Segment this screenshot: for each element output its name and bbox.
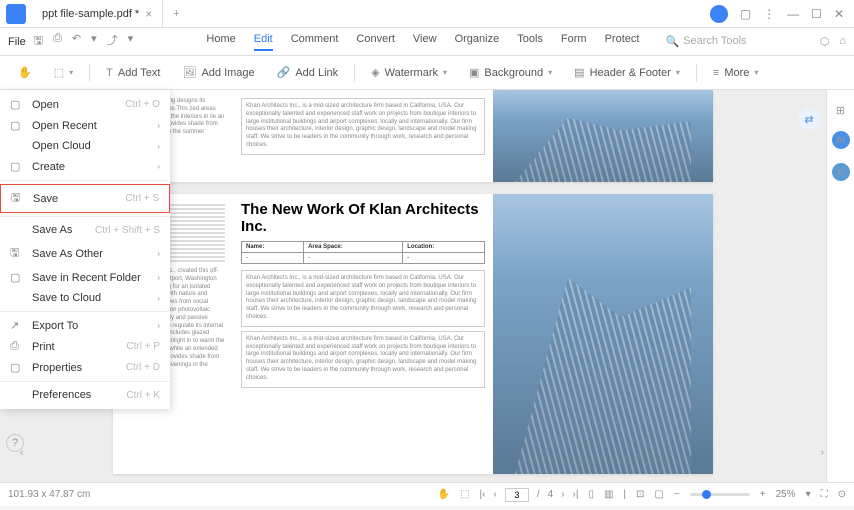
dimensions-label: 101.93 x 47.87 cm	[8, 489, 90, 500]
maximize-icon[interactable]: ☐	[811, 7, 822, 21]
expand-icon[interactable]: ⌂	[839, 35, 846, 48]
app-icon	[6, 4, 26, 24]
window-icon[interactable]: ▢	[740, 7, 751, 21]
save-icon[interactable]: 🖫	[34, 32, 43, 51]
menu-item-save-in-recent-folder[interactable]: ▢Save in Recent Folder›	[0, 267, 170, 288]
redo-icon[interactable]: ▾	[91, 32, 97, 51]
more-button[interactable]: ≡More▾	[705, 63, 767, 83]
fit-width-icon[interactable]: ⊡	[636, 489, 644, 500]
share-icon[interactable]: ⤴	[107, 32, 118, 51]
assist-icon[interactable]: A	[832, 163, 850, 181]
search-icon: 🔍	[665, 35, 679, 48]
tab-edit[interactable]: Edit	[254, 33, 273, 51]
file-menu-button[interactable]: File	[8, 36, 26, 48]
watermark-button[interactable]: ◈Watermark▾	[363, 62, 455, 83]
tab-convert[interactable]: Convert	[356, 33, 395, 51]
menu-item-export-to[interactable]: ↗Export To›	[0, 315, 170, 336]
background-button[interactable]: ▣Background▾	[461, 62, 560, 83]
tab-organize[interactable]: Organize	[455, 33, 500, 51]
file-dropdown-menu: ▢OpenCtrl + O▢Open Recent›Open Cloud›▢Cr…	[0, 90, 170, 409]
tab-tools[interactable]: Tools	[517, 33, 543, 51]
menu-item-create[interactable]: ▢Create›	[0, 156, 170, 177]
page-navigator: |‹ ‹ /4 › ›|	[480, 488, 579, 502]
tab-view[interactable]: View	[413, 33, 437, 51]
fit-page-icon[interactable]: ▢	[654, 489, 663, 500]
select-tool[interactable]: ⬚▾	[46, 62, 81, 83]
search-tools[interactable]: 🔍 Search Tools	[665, 35, 746, 48]
view-single-icon[interactable]: ▯	[588, 489, 594, 500]
tab-comment[interactable]: Comment	[291, 33, 339, 51]
last-page-icon[interactable]: ›|	[573, 489, 579, 500]
ai-icon[interactable]: AI	[832, 131, 850, 149]
hand-status-icon[interactable]: ✋	[438, 489, 450, 500]
fullscreen-icon[interactable]: ⛶	[821, 489, 828, 500]
document-page-2[interactable]: Khan Architects Inc., created this off-g…	[113, 194, 713, 474]
float-convert-icon[interactable]: ⇄	[798, 108, 820, 130]
tab-form[interactable]: Form	[561, 33, 587, 51]
prev-page-icon[interactable]: ‹	[493, 489, 496, 500]
menu-item-open-cloud[interactable]: Open Cloud›	[0, 136, 170, 156]
tab-title: ppt file-sample.pdf *	[42, 8, 139, 20]
zoom-value: 25%	[776, 489, 796, 500]
right-sidepanel: ⊞ AI A	[826, 90, 854, 482]
zoom-slider[interactable]	[690, 493, 750, 496]
add-link-button[interactable]: 🔗Add Link	[269, 62, 347, 83]
minimize-icon[interactable]: —	[787, 7, 799, 21]
tab-home[interactable]: Home	[206, 33, 235, 51]
undo-icon[interactable]: ↶	[72, 32, 81, 51]
menu-item-open-recent[interactable]: ▢Open Recent›	[0, 115, 170, 136]
select-status-icon[interactable]: ⬚	[460, 489, 469, 500]
info-table: Name:Area Space:Location:---	[241, 241, 485, 264]
document-tab[interactable]: ppt file-sample.pdf * ×	[32, 0, 163, 27]
first-page-icon[interactable]: |‹	[480, 489, 486, 500]
close-window-icon[interactable]: ✕	[834, 7, 844, 21]
add-image-button[interactable]: 🖼Add Image	[174, 62, 262, 83]
menu-item-save[interactable]: 🖫SaveCtrl + S	[0, 184, 170, 213]
header-footer-button[interactable]: ▤Header & Footer▾	[566, 62, 688, 83]
properties-icon[interactable]: ⊞	[836, 104, 845, 117]
zoom-in-icon[interactable]: +	[760, 489, 766, 500]
qat-more-icon[interactable]: ▾	[128, 32, 134, 51]
scroll-right-icon[interactable]: ›	[820, 447, 824, 459]
menu-item-properties[interactable]: ▢PropertiesCtrl + D	[0, 357, 170, 378]
zoom-out-icon[interactable]: −	[674, 489, 680, 500]
page-heading: The New Work Of Klan Architects Inc.	[241, 202, 485, 235]
add-tab-button[interactable]: +	[163, 8, 189, 20]
document-page-1[interactable]: and passive building designs its interna…	[113, 90, 713, 182]
print-icon[interactable]: ⎙	[53, 32, 62, 51]
read-mode-icon[interactable]: ⊙	[838, 489, 846, 500]
next-page-icon[interactable]: ›	[561, 489, 564, 500]
add-text-button[interactable]: TAdd Text	[98, 63, 168, 83]
kebab-icon[interactable]: ⋮	[763, 7, 775, 21]
menu-item-save-to-cloud[interactable]: Save to Cloud›	[0, 288, 170, 308]
hand-tool[interactable]: ✋	[10, 62, 40, 83]
menu-item-save-as-other[interactable]: 🖫Save As Other›	[0, 240, 170, 267]
search-placeholder: Search Tools	[683, 35, 746, 48]
user-avatar[interactable]	[710, 5, 728, 23]
menu-item-print[interactable]: ⎙PrintCtrl + P	[0, 336, 170, 357]
cloud-icon[interactable]: ⬡	[820, 35, 830, 48]
menu-item-preferences[interactable]: PreferencesCtrl + K	[0, 385, 170, 405]
close-tab-icon[interactable]: ×	[145, 7, 152, 21]
scroll-left-icon[interactable]: ‹	[20, 447, 24, 459]
view-cont-icon[interactable]: ▥	[604, 489, 613, 500]
menu-item-save-as[interactable]: Save AsCtrl + Shift + S	[0, 220, 170, 240]
page-input[interactable]	[505, 488, 529, 502]
tab-protect[interactable]: Protect	[605, 33, 640, 51]
menu-item-open[interactable]: ▢OpenCtrl + O	[0, 94, 170, 115]
